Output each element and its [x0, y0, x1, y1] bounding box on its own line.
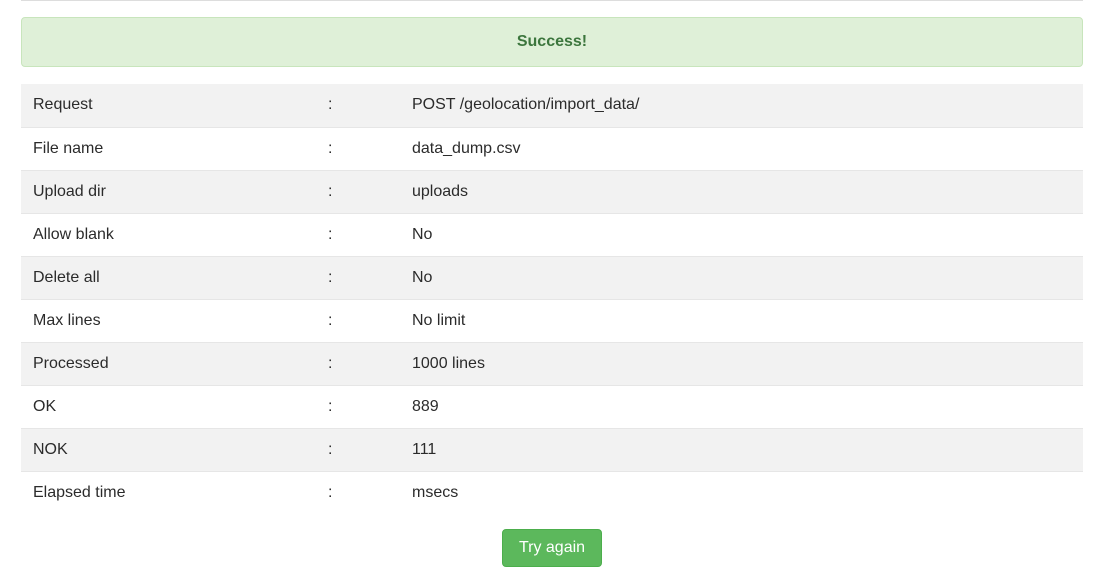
- success-alert: Success!: [21, 17, 1083, 67]
- row-separator: :: [328, 182, 333, 200]
- table-row-upload-dir: Upload dir : uploads: [21, 170, 1083, 213]
- row-value: No: [412, 225, 433, 243]
- row-separator: :: [328, 139, 333, 157]
- table-row-ok: OK : 889: [21, 385, 1083, 428]
- row-label: NOK: [33, 440, 68, 458]
- row-separator: :: [328, 397, 333, 415]
- row-label: Allow blank: [33, 225, 114, 243]
- row-label: Upload dir: [33, 182, 106, 200]
- row-value: POST /geolocation/import_data/: [412, 96, 640, 114]
- table-row-nok: NOK : 111: [21, 428, 1083, 471]
- table-row-elapsed-time: Elapsed time : msecs: [21, 471, 1083, 514]
- row-separator: :: [328, 96, 333, 114]
- row-separator: :: [328, 354, 333, 372]
- row-value: uploads: [412, 182, 469, 200]
- row-value: No limit: [412, 311, 466, 329]
- row-separator: :: [328, 225, 333, 243]
- row-separator: :: [328, 311, 333, 329]
- row-label: Processed: [33, 354, 109, 372]
- row-separator: :: [328, 268, 333, 286]
- row-label: Delete all: [33, 268, 100, 286]
- table-row-allow-blank: Allow blank : No: [21, 213, 1083, 256]
- row-separator: :: [328, 483, 333, 501]
- row-value: 889: [412, 397, 439, 415]
- try-again-button[interactable]: Try again: [502, 529, 602, 567]
- row-label: OK: [33, 397, 57, 415]
- row-value: data_dump.csv: [412, 139, 521, 157]
- row-label: Max lines: [33, 311, 101, 329]
- top-divider: [21, 0, 1083, 1]
- row-separator: :: [328, 440, 333, 458]
- table-row-file-name: File name : data_dump.csv: [21, 127, 1083, 170]
- row-label: File name: [33, 139, 104, 157]
- row-value: 111: [412, 440, 437, 458]
- row-label: Request: [33, 96, 93, 114]
- row-value: No: [412, 268, 433, 286]
- row-value: 1000 lines: [412, 354, 485, 372]
- table-row-delete-all: Delete all : No: [21, 256, 1083, 299]
- success-message: Success!: [516, 33, 588, 50]
- table-row-request: Request : POST /geolocation/import_data/: [21, 84, 1083, 127]
- row-value: msecs: [412, 483, 459, 501]
- table-row-processed: Processed : 1000 lines: [21, 342, 1083, 385]
- import-results-table: Request : POST /geolocation/import_data/…: [21, 84, 1083, 514]
- table-row-max-lines: Max lines : No limit: [21, 299, 1083, 342]
- row-label: Elapsed time: [33, 483, 126, 501]
